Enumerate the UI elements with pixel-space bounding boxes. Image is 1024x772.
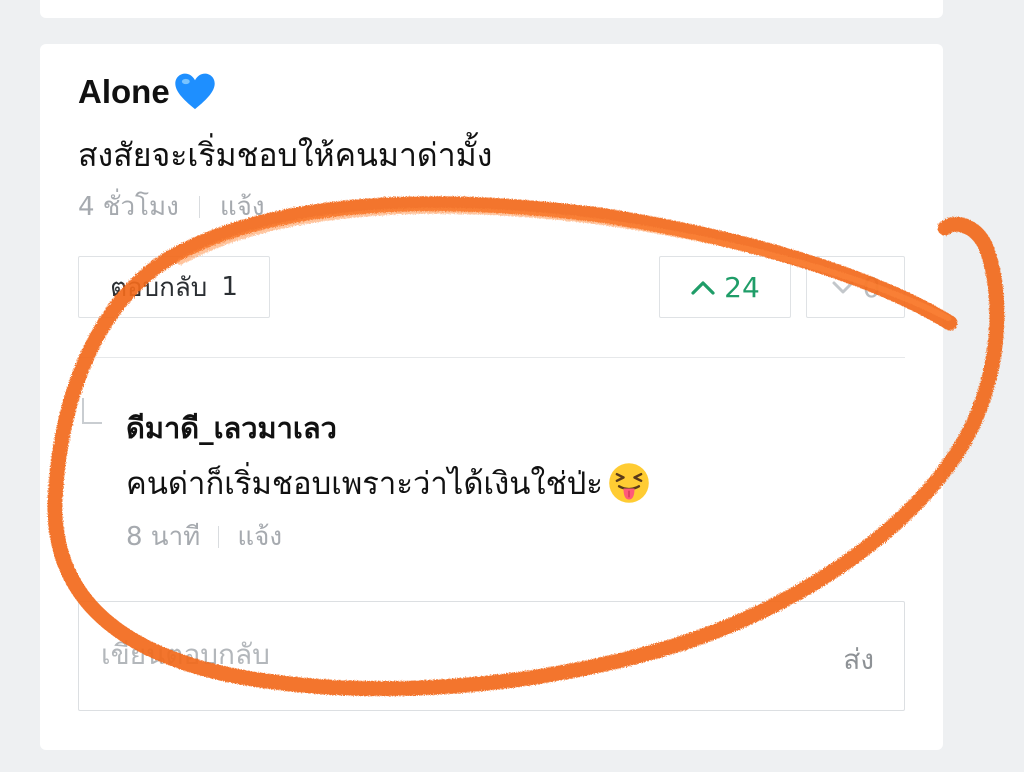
comment-author: Alone [78,72,216,112]
reply-author-name[interactable]: ดีมาดี_เลวมาเลว [126,405,337,451]
upvote-count: 24 [724,270,760,304]
chevron-up-icon [691,281,715,295]
reply-input[interactable] [101,638,781,671]
reply-button[interactable]: ตอบกลับ 1 [78,256,270,318]
reply-count: 1 [221,272,238,302]
previous-comment-card [40,0,943,18]
reply-connector-line [82,398,102,424]
comment-text: สงสัยจะเริ่มชอบให้คนมาด่ามั้ง [78,136,493,174]
reply-divider [78,357,905,358]
comment-time: 4 ชั่วโมง [78,192,179,222]
reply-text: คนด่าก็เริ่มชอบเพราะว่าได้เงินใช่ป่ะ [126,458,651,508]
reply-composer: ส่ง [78,601,905,711]
reply-report-link[interactable]: แจ้ง [237,516,282,557]
blue-heart-icon [174,73,215,110]
upvote-button[interactable]: 24 [659,256,791,318]
meta-separator [198,195,200,218]
reply-text-content: คนด่าก็เริ่มชอบเพราะว่าได้เงินใช่ป่ะ [126,466,603,502]
send-button[interactable]: ส่ง [843,638,874,682]
meta-separator [218,525,220,548]
downvote-count: 0 [862,270,881,304]
reply-meta: 8 นาที แจ้ง [126,516,282,557]
chevron-down-icon [832,281,854,294]
downvote-button[interactable]: 0 [806,256,905,318]
squinting-tongue-emoji-icon [609,463,649,503]
comment-author-name[interactable]: Alone [78,73,170,111]
comment-meta: 4 ชั่วโมง แจ้ง [78,186,265,227]
reply-button-label: ตอบกลับ [110,272,208,303]
reply-time: 8 นาที [126,522,201,552]
comment-report-link[interactable]: แจ้ง [220,186,265,227]
